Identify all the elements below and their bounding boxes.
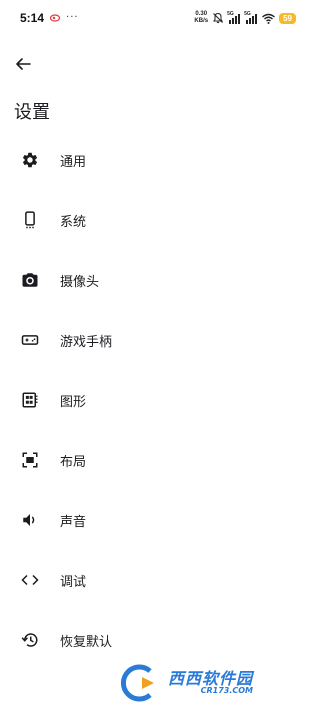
camera-icon: [20, 270, 40, 290]
menu-item-general[interactable]: 通用: [0, 130, 320, 190]
settings-menu: 通用 系统 摄像头 游戏手柄 图形 布局 声音 调试 恢复默认: [0, 130, 320, 670]
menu-item-restore-defaults[interactable]: 恢复默认: [0, 610, 320, 670]
menu-item-label: 恢复默认: [60, 634, 113, 650]
menu-item-label: 调试: [60, 574, 87, 590]
battery-indicator: 59: [279, 12, 296, 24]
volume-icon: [20, 510, 40, 530]
status-bar: 5:14 ··· 0.30 KB/s 5G 5G 59: [0, 0, 320, 36]
layout-icon: [20, 450, 40, 470]
page-title: 设置: [14, 102, 50, 123]
menu-item-camera[interactable]: 摄像头: [0, 250, 320, 310]
menu-item-label: 图形: [60, 394, 87, 410]
menu-item-layout[interactable]: 布局: [0, 430, 320, 490]
menu-item-label: 声音: [60, 514, 87, 530]
phone-icon: [20, 210, 40, 230]
code-icon: [20, 570, 40, 590]
menu-item-label: 系统: [60, 214, 87, 230]
menu-item-label: 摄像头: [60, 274, 100, 290]
back-button[interactable]: [11, 52, 35, 76]
watermark-text: 西西软件园 CR173.COM: [168, 671, 253, 695]
menu-item-label: 布局: [60, 454, 87, 470]
gamepad-icon: [20, 330, 40, 350]
menu-item-system[interactable]: 系统: [0, 190, 320, 250]
network-speed-value: 0.30: [195, 11, 208, 17]
arrow-back-icon: [16, 58, 31, 70]
watermark-main: 西西软件园: [168, 669, 254, 688]
more-notifications-indicator: ···: [66, 12, 79, 23]
menu-item-graphics[interactable]: 图形: [0, 370, 320, 430]
sim1-label: 5G: [227, 10, 234, 17]
sim1-signal-icon: 5G: [227, 10, 241, 24]
restore-icon: [20, 630, 40, 650]
status-left: 5:14 ···: [20, 11, 79, 25]
gear-icon: [20, 150, 40, 170]
menu-item-sound[interactable]: 声音: [0, 490, 320, 550]
watermark-logo-icon: [120, 664, 154, 702]
menu-item-label: 通用: [60, 154, 87, 170]
network-speed-unit: KB/s: [194, 18, 209, 24]
graphics-icon: [20, 390, 40, 410]
sim2-signal-icon: 5G: [244, 10, 258, 24]
notification-app-icon: [50, 14, 61, 22]
status-right: 0.30 KB/s 5G 5G 59: [194, 11, 296, 25]
network-speed: 0.30 KB/s: [194, 11, 208, 25]
wifi-icon: [262, 13, 276, 24]
watermark-sub: CR173.COM: [200, 686, 254, 695]
mute-bell-icon: [213, 12, 224, 24]
menu-item-label: 游戏手柄: [60, 334, 113, 350]
status-time: 5:14: [20, 11, 45, 25]
watermark: 西西软件园 CR173.COM: [120, 663, 300, 703]
sim2-label: 5G: [244, 10, 251, 17]
menu-item-gamepad[interactable]: 游戏手柄: [0, 310, 320, 370]
menu-item-debug[interactable]: 调试: [0, 550, 320, 610]
